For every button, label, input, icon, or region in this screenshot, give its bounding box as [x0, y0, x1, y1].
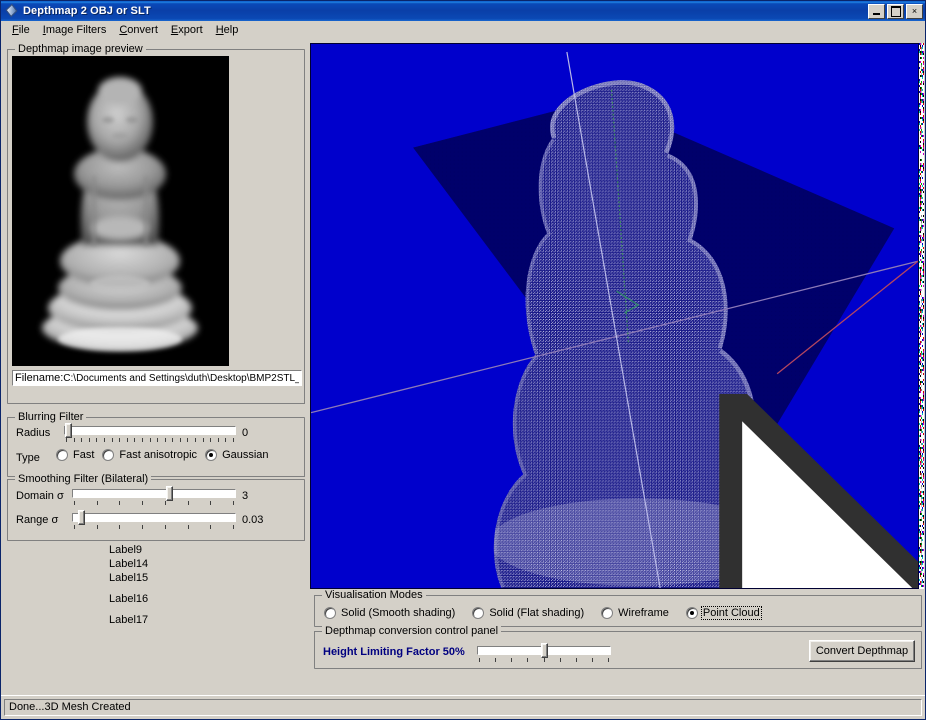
visualisation-modes-group: Visualisation Modes Solid (Smooth shadin… — [314, 595, 922, 627]
close-icon: × — [907, 5, 922, 18]
domain-sigma-label: Domain σ — [16, 490, 64, 502]
range-sigma-groove — [72, 513, 236, 522]
visualisation-option-3[interactable]: Wireframe — [601, 607, 670, 619]
point-cloud-render — [311, 44, 918, 588]
depthmap-preview-group: Depthmap image preview Filename: C:\Docu… — [7, 49, 305, 404]
range-sigma-ticks — [72, 525, 236, 530]
range-sigma-slider[interactable] — [72, 510, 236, 530]
radio-dot-icon — [686, 607, 698, 619]
domain-sigma-ticks — [72, 501, 236, 506]
radio-dot-icon — [601, 607, 613, 619]
menu-label-export-rest: xport — [178, 24, 202, 36]
main-content: Depthmap image preview Filename: C:\Docu… — [1, 39, 925, 693]
blurring-filter-group: Blurring Filter Radius 0 Type Fast Fast a… — [7, 417, 305, 477]
app-icon — [4, 4, 19, 19]
minimize-button[interactable] — [868, 4, 885, 19]
height-slider-ticks — [477, 658, 611, 663]
filename-field[interactable]: Filename: C:\Documents and Settings\duth… — [12, 370, 302, 386]
domain-sigma-groove — [72, 489, 236, 498]
height-slider-thumb[interactable] — [541, 643, 548, 658]
visualisation-option-label: Point Cloud — [702, 607, 761, 619]
visualisation-option-label: Solid (Flat shading) — [488, 607, 585, 619]
smoothing-filter-group: Smoothing Filter (Bilateral) Domain σ 3 … — [7, 479, 305, 541]
filename-label: Filename: — [15, 372, 63, 384]
blur-type-option-label: Fast — [72, 449, 95, 461]
convert-depthmap-button[interactable]: Convert Depthmap — [809, 640, 915, 662]
static-label-5: Label17 — [109, 614, 148, 626]
visualisation-option-4[interactable]: Point Cloud — [686, 607, 761, 619]
domain-sigma-thumb[interactable] — [166, 486, 173, 501]
visualisation-option-2[interactable]: Solid (Flat shading) — [472, 607, 585, 619]
right-panel: Visualisation Modes Solid (Smooth shadin… — [310, 39, 924, 693]
visualisation-option-label: Wireframe — [617, 607, 670, 619]
radio-dot-icon — [102, 449, 114, 461]
radius-label: Radius — [16, 427, 50, 439]
menu-item-export[interactable]: Export — [165, 22, 210, 38]
range-sigma-thumb[interactable] — [78, 510, 85, 525]
blur-type-radio-group: Fast Fast anisotropic Gaussian — [56, 449, 277, 461]
title-bar: Depthmap 2 OBJ or SLT × — [1, 1, 925, 21]
domain-sigma-slider[interactable] — [72, 486, 236, 506]
domain-sigma-value: 3 — [242, 490, 248, 502]
height-limiting-factor-label: Height Limiting Factor 50% — [323, 646, 465, 658]
depthmap-preview-title: Depthmap image preview — [15, 43, 146, 55]
radio-dot-icon — [56, 449, 68, 461]
blurring-filter-title: Blurring Filter — [15, 411, 86, 423]
window-controls: × — [868, 4, 923, 19]
menu-bar: File Image Filters Convert Export Help — [1, 21, 925, 39]
visualisation-modes-title: Visualisation Modes — [322, 589, 426, 601]
close-button[interactable]: × — [906, 4, 923, 19]
radius-slider-groove — [64, 426, 236, 435]
status-bar: Done...3D Mesh Created — [1, 695, 925, 719]
application-window: Depthmap 2 OBJ or SLT × File Image Filte… — [0, 0, 926, 720]
smoothing-filter-title: Smoothing Filter (Bilateral) — [15, 473, 151, 485]
blur-type-option-2[interactable]: Fast anisotropic — [102, 449, 198, 461]
menu-label-help-rest: elp — [224, 24, 239, 36]
radio-dot-icon — [472, 607, 484, 619]
filename-value: C:\Documents and Settings\duth\Desktop\B… — [63, 373, 299, 384]
status-message: Done...3D Mesh Created — [4, 699, 922, 716]
viewport-edge-artifact — [919, 43, 924, 589]
visualisation-mode-radio-group: Solid (Smooth shading) Solid (Flat shadin… — [324, 607, 777, 619]
depthmap-buddha-render — [12, 56, 229, 366]
menu-label-image-filters-rest: mage Filters — [46, 24, 107, 36]
left-control-panel: Depthmap image preview Filename: C:\Docu… — [1, 39, 309, 693]
radius-slider-thumb[interactable] — [65, 423, 72, 438]
height-limiting-factor-slider[interactable] — [477, 643, 611, 663]
static-label-3: Label15 — [109, 572, 148, 584]
radio-dot-icon — [205, 449, 217, 461]
menu-item-convert[interactable]: Convert — [113, 22, 165, 38]
visualisation-option-1[interactable]: Solid (Smooth shading) — [324, 607, 456, 619]
visualisation-option-label: Solid (Smooth shading) — [340, 607, 456, 619]
range-sigma-label: Range σ — [16, 514, 58, 526]
window-title: Depthmap 2 OBJ or SLT — [23, 5, 868, 17]
radio-dot-icon — [324, 607, 336, 619]
radius-slider[interactable] — [64, 423, 236, 443]
type-label: Type — [16, 452, 40, 464]
conversion-control-group: Depthmap conversion control panel Height… — [314, 631, 922, 669]
range-sigma-value: 0.03 — [242, 514, 263, 526]
radius-slider-ticks — [64, 438, 236, 443]
blur-type-option-label: Fast anisotropic — [118, 449, 198, 461]
maximize-button[interactable] — [887, 4, 904, 19]
menu-item-help[interactable]: Help — [210, 22, 246, 38]
blur-type-option-1[interactable]: Fast — [56, 449, 95, 461]
conversion-control-title: Depthmap conversion control panel — [322, 625, 501, 637]
static-label-2: Label14 — [109, 558, 148, 570]
static-label-4: Label16 — [109, 593, 148, 605]
3d-viewport[interactable] — [310, 43, 919, 589]
static-label-1: Label9 — [109, 544, 148, 556]
radius-value: 0 — [242, 427, 248, 439]
label-list: Label9 Label14 Label15 Label16 Label17 — [109, 544, 148, 628]
noise-artifact-render — [919, 43, 924, 589]
depthmap-preview-image[interactable] — [12, 56, 229, 366]
blur-type-option-3[interactable]: Gaussian — [205, 449, 269, 461]
menu-label-file-rest: ile — [19, 24, 30, 36]
menu-item-image-filters[interactable]: Image Filters — [37, 22, 114, 38]
menu-label-convert-rest: onvert — [127, 24, 158, 36]
menu-item-file[interactable]: File — [6, 22, 37, 38]
blur-type-option-label: Gaussian — [221, 449, 269, 461]
